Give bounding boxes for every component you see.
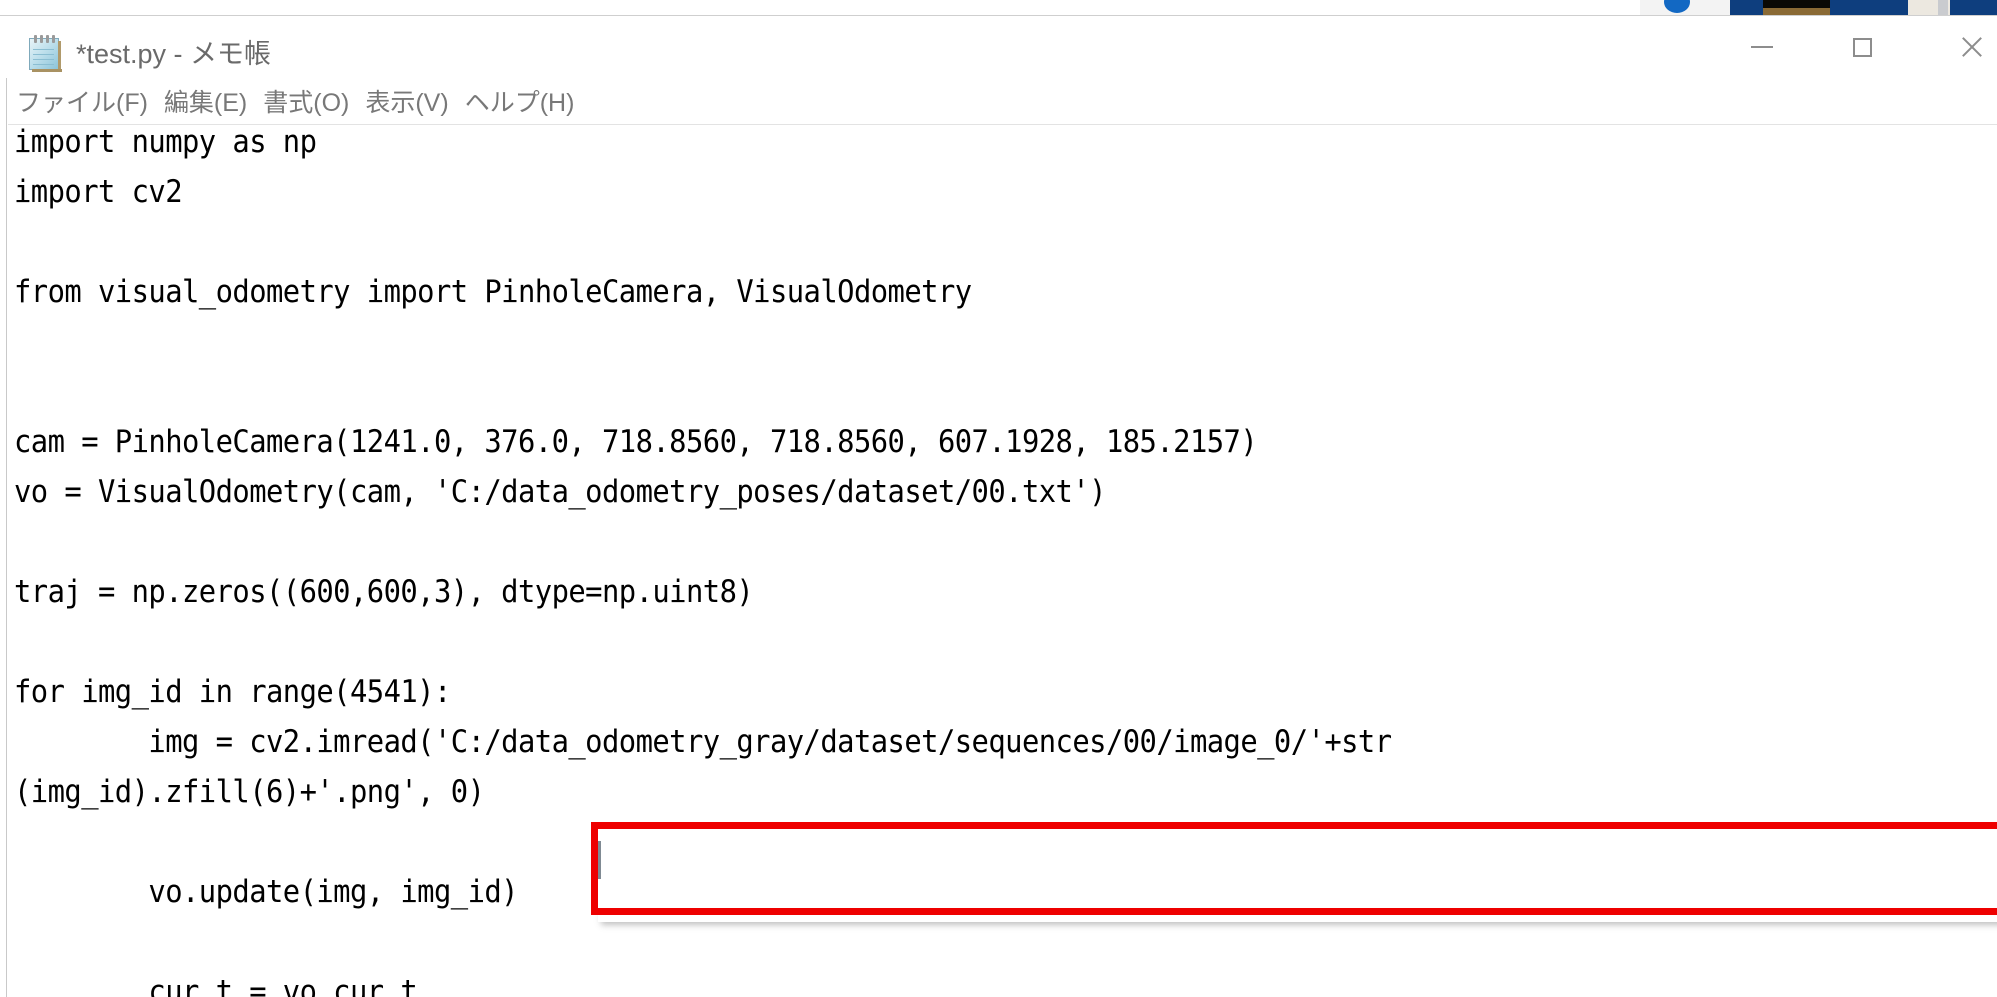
text-editor-area[interactable]: import numpy as np import cv2 from visua…: [8, 125, 1997, 997]
background-banner-tan-block: [1763, 8, 1830, 15]
maximize-icon: [1853, 37, 1872, 57]
menu-bar: ファイル(F) 編集(E) 書式(O) 表示(V) ヘルプ(H): [8, 78, 1997, 125]
screen: *test.py - メモ帳 ファイル(F) 編集(E) 書式(O) 表示(V)…: [0, 0, 1997, 997]
close-button[interactable]: [1913, 16, 1997, 78]
background-banner-light-block-2: [1938, 0, 1948, 15]
menu-item-edit[interactable]: 編集(E): [162, 83, 249, 119]
close-icon: [1959, 36, 1981, 58]
notepad-window: *test.py - メモ帳 ファイル(F) 編集(E) 書式(O) 表示(V)…: [0, 15, 1997, 997]
menu-item-format[interactable]: 書式(O): [261, 83, 351, 119]
annotation-rectangle: [591, 822, 1997, 915]
notepad-icon: [26, 32, 64, 72]
maximize-button[interactable]: [1812, 16, 1913, 78]
title-bar[interactable]: *test.py - メモ帳: [0, 16, 1997, 78]
minimize-button[interactable]: [1711, 16, 1812, 78]
window-left-border: [0, 16, 7, 997]
menu-item-view[interactable]: 表示(V): [363, 83, 450, 119]
minimize-icon: [1750, 46, 1773, 48]
menu-item-help[interactable]: ヘルプ(H): [463, 83, 577, 119]
window-title: *test.py - メモ帳: [76, 39, 272, 69]
window-controls: [1711, 16, 1997, 78]
menu-item-file[interactable]: ファイル(F): [14, 83, 150, 119]
